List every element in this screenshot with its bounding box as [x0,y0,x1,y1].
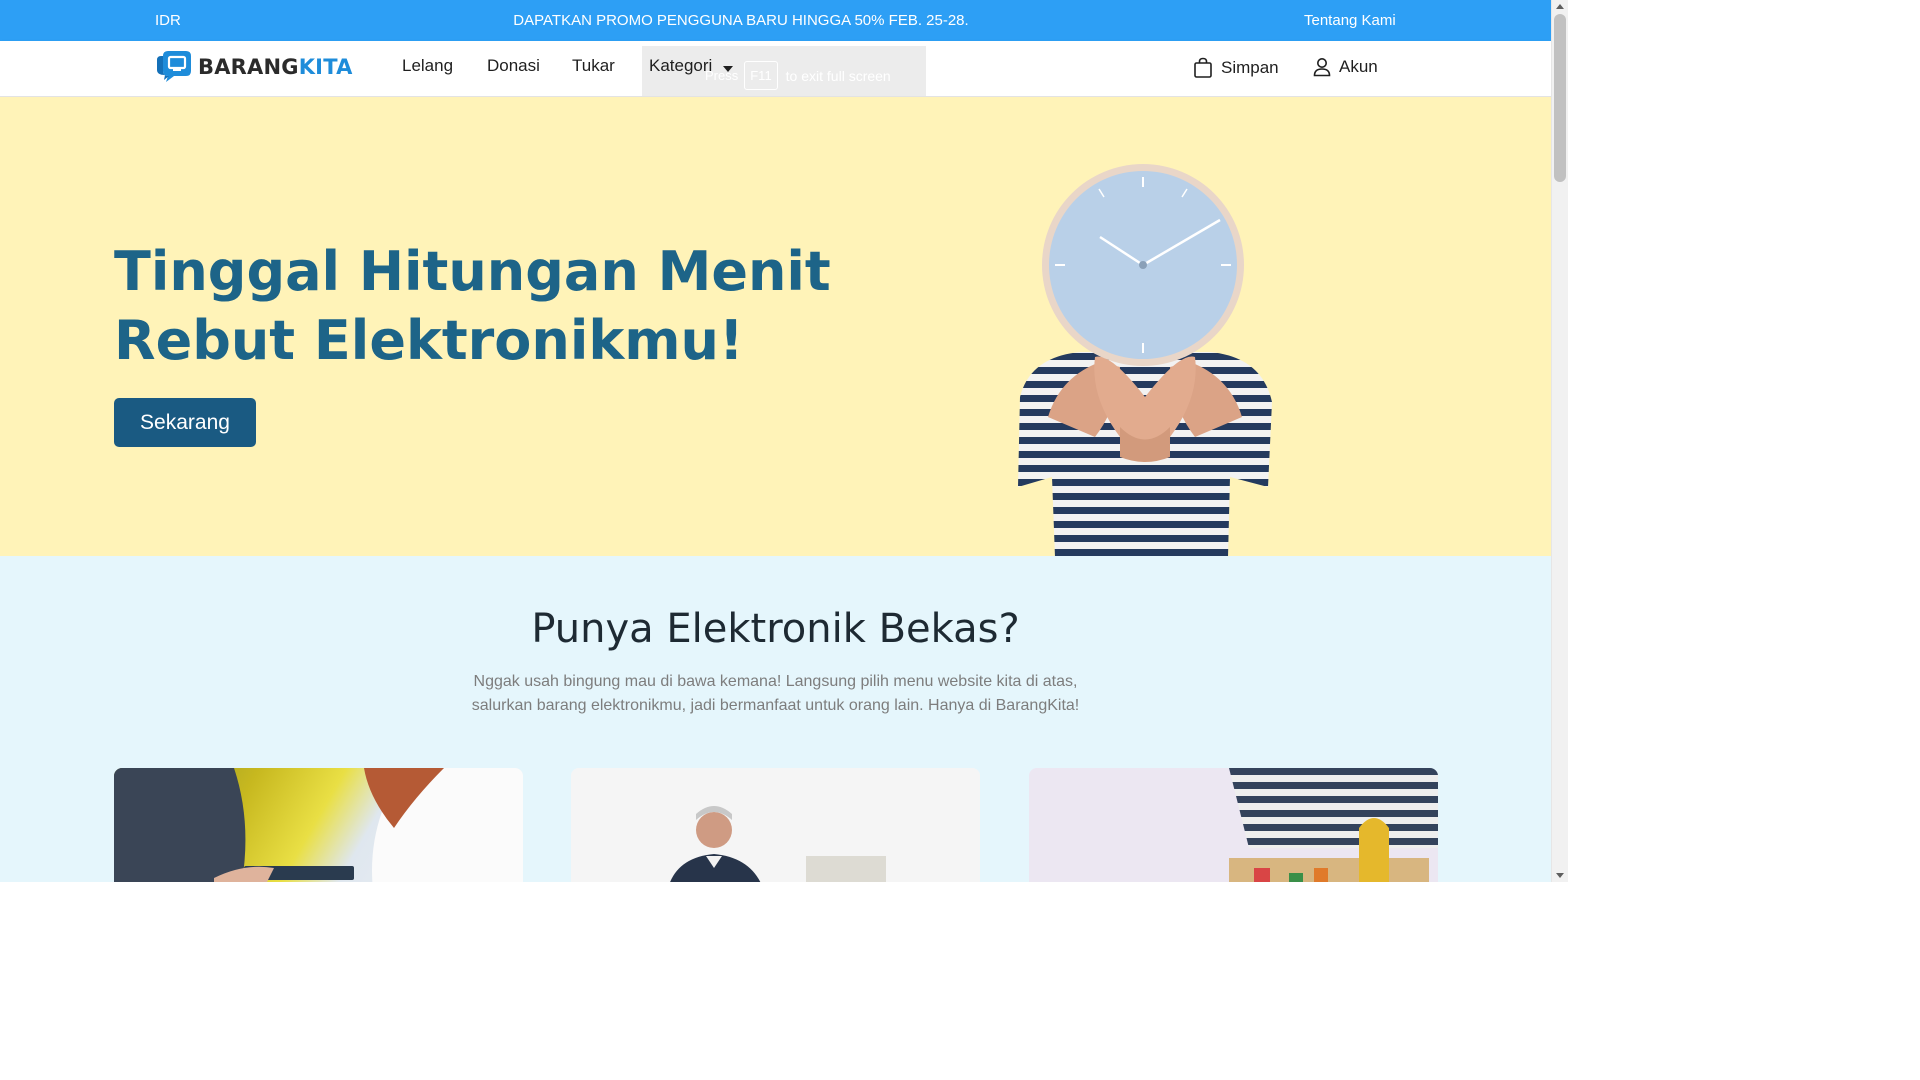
card-donasi-image[interactable] [571,768,980,882]
about-link[interactable]: Tentang Kami [1304,12,1396,29]
scroll-thumb[interactable] [1554,14,1566,182]
intro-description: Nggak usah bingung mau di bawa kemana! L… [471,673,1080,714]
nav-link-lelang[interactable]: Lelang [402,56,453,76]
hero-title: Tinggal Hitungan Menit Rebut Elektronikm… [114,240,831,372]
user-icon [1313,58,1331,77]
hero-clock-woman-image [1018,164,1272,556]
hero-banner: Tinggal Hitungan Menit Rebut Elektronikm… [0,97,1551,556]
nav-link-tukar[interactable]: Tukar [572,56,615,76]
card-tukar-image[interactable] [1029,768,1438,882]
intro-title: Punya Elektronik Bekas? [531,606,1020,652]
shopping-bag-icon [1194,57,1212,78]
fullscreen-hint: Press F11 to exit full screen [705,61,891,90]
brand-logo[interactable]: BARANGKITA [155,49,353,85]
nav-link-donasi[interactable]: Donasi [487,56,540,76]
promo-bar: IDR DAPATKAN PROMO PENGGUNA BARU HINGGA … [0,0,1551,41]
intro-section: Punya Elektronik Bekas? Nggak usah bingu… [0,556,1551,882]
navbar: BARANGKITA Lelang Donasi Tukar Kategori … [0,41,1551,97]
hero-cta-button[interactable]: Sekarang [114,398,256,447]
promo-text: DAPATKAN PROMO PENGGUNA BARU HINGGA 50% … [513,12,969,29]
man-portrait-photo [571,768,980,882]
kategori-label: Kategori [649,56,713,75]
chat-monitor-icon [157,51,191,82]
scroll-up-arrow-icon[interactable] [1556,4,1564,9]
save-label: Simpan [1221,58,1279,77]
kategori-dropdown[interactable]: Kategori Press F11 to exit full screen [642,46,926,96]
f11-key: F11 [744,61,778,90]
handover-photo [114,768,523,882]
scroll-down-arrow-icon[interactable] [1556,873,1564,878]
brand-name: BARANGKITA [198,55,353,79]
groceries-photo [1029,768,1438,882]
card-lelang-image[interactable] [114,768,523,882]
account-label: Akun [1339,57,1378,76]
account-button[interactable]: Akun [1313,57,1378,77]
page-scrollbar[interactable] [1551,0,1568,882]
save-button[interactable]: Simpan [1193,57,1279,79]
